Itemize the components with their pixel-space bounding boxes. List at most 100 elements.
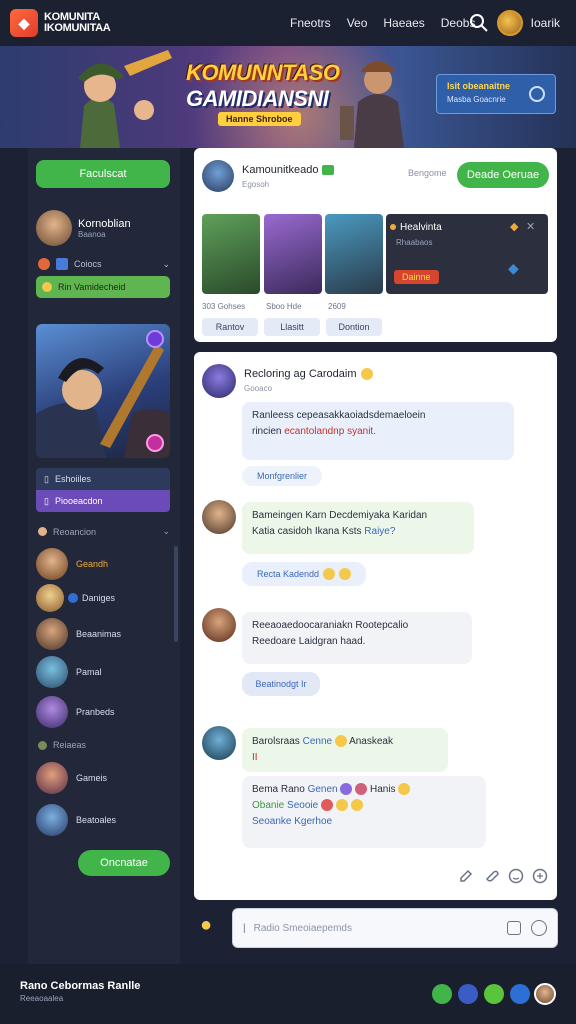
expand-icon[interactable]	[146, 330, 164, 348]
sidebar-section-2[interactable]: Reiaeas	[38, 740, 170, 750]
emoji-icon	[340, 783, 353, 796]
nav-item-2[interactable]: Veo	[347, 16, 368, 30]
friend-item[interactable]: Geandh	[36, 548, 108, 580]
file-icon: ▯	[44, 473, 49, 484]
friend-name: Gameis	[76, 773, 108, 783]
friend-avatar	[36, 548, 68, 580]
chat-bubble[interactable]: Ranleess cepeasakkaoiadsdemaeloein rinci…	[242, 402, 514, 460]
sidebar-bottom-button[interactable]: Oncnatae	[78, 850, 170, 876]
search-icon[interactable]	[469, 13, 489, 33]
chat-avatar[interactable]	[202, 500, 236, 534]
friend-name: Pranbeds	[76, 707, 115, 717]
game-thumb-3[interactable]	[325, 214, 383, 294]
attach-icon[interactable]	[484, 868, 500, 884]
follow-button[interactable]: Deade Oeruae	[457, 162, 549, 188]
arrow-circle-icon[interactable]	[529, 86, 545, 102]
message-input-placeholder: Radio Smeoiaepemds	[253, 922, 352, 934]
user-label[interactable]: Ioarik	[531, 16, 560, 30]
user-sub: Baanoa	[78, 229, 106, 239]
chat-bubble[interactable]: Bameingen Karn Decdemiyaka Karidan Katia…	[242, 502, 474, 554]
reply-chip[interactable]: Recta Kadendd	[242, 562, 366, 586]
sidebar-top-button[interactable]: Faculscat	[36, 160, 170, 188]
logo-icon[interactable]: ◆	[10, 9, 38, 37]
social-icon-1[interactable]	[432, 984, 452, 1004]
sidebar-row-1[interactable]: Coiocs ⌄	[38, 258, 170, 270]
chat-bubble[interactable]: Bema Rano Genen Hanis Obanie Seooie Seoa…	[242, 776, 486, 848]
social-icon-2[interactable]	[458, 984, 478, 1004]
menu-item-b[interactable]: ▯ Piooeacdon	[36, 490, 170, 512]
chat-avatar[interactable]	[202, 364, 236, 398]
notification-icon[interactable]	[146, 434, 164, 452]
gift-icon[interactable]	[532, 868, 548, 884]
hero-character-left	[78, 50, 172, 148]
post-chip[interactable]: Rantov	[202, 318, 258, 336]
friend-item[interactable]: Beatoales	[36, 804, 116, 836]
social-icon-3[interactable]	[484, 984, 504, 1004]
image-icon[interactable]	[507, 921, 521, 935]
sidebar-scrollbar[interactable]	[174, 546, 178, 642]
chat-avatar[interactable]	[202, 608, 236, 642]
user-avatar[interactable]	[496, 10, 523, 36]
friend-item[interactable]: Pranbeds	[36, 696, 115, 728]
friend-item[interactable]: Pamal	[36, 656, 102, 688]
friend-name: Beaanimas	[76, 629, 122, 639]
send-icon[interactable]	[531, 920, 547, 936]
chat-avatar[interactable]	[202, 726, 236, 760]
friend-avatar	[36, 762, 68, 794]
chevron-down-icon[interactable]: ⌄	[162, 259, 170, 270]
smile-icon	[360, 368, 373, 380]
menu-item-a[interactable]: ▯ Eshoiiles	[36, 468, 170, 490]
sidebar-user[interactable]: Kornoblian Baanoa	[36, 210, 131, 246]
sidebar: Faculscat Kornoblian Baanoa Coiocs ⌄ Rin…	[28, 148, 180, 964]
post-author-avatar[interactable]	[202, 160, 234, 192]
share-icon[interactable]: ✕	[526, 220, 535, 233]
nav-item-3[interactable]: Haeaes	[383, 16, 424, 30]
reply-chip[interactable]: Monfgrenlier	[242, 466, 322, 486]
game-thumb-2[interactable]	[264, 214, 322, 294]
footer-avatar[interactable]	[534, 983, 556, 1005]
message-line-2: Katia casidoh Ikana Ksts Raiye?	[252, 524, 464, 540]
message-line: Barolsraas Cenne Anaskeak	[252, 734, 438, 750]
info-badge[interactable]: Dainne	[394, 270, 439, 284]
sidebar-green-strip[interactable]: Rin Vamidecheid	[36, 276, 170, 298]
chat-bubble[interactable]: Barolsraas Cenne Anaskeak II	[242, 728, 448, 772]
friend-item[interactable]: Daniges	[36, 584, 115, 612]
top-bar: ◆ KOMUNITA IKOMUNITAA Fneotrs Veo Haeaes…	[0, 0, 576, 46]
file-icon: ▯	[44, 495, 49, 506]
promo-subtitle: Masba Goacnrie	[447, 95, 506, 104]
chevron-down-icon[interactable]: ⌄	[162, 526, 170, 537]
sidebar-section-1[interactable]: Reoancion ⌄	[38, 526, 170, 537]
friend-name: Daniges	[82, 593, 116, 603]
friend-avatar	[36, 584, 64, 612]
controller-icon[interactable]: ◆	[508, 260, 519, 277]
message-highlight: Seooie	[287, 800, 319, 811]
emoji-face-icon[interactable]	[508, 868, 524, 884]
nav-item-1[interactable]: Fneotrs	[290, 16, 331, 30]
message-text: Katia casidoh Ikana Ksts	[252, 526, 362, 537]
friend-item[interactable]: Beaanimas	[36, 618, 121, 650]
bullet-icon	[390, 224, 396, 230]
post-chip[interactable]: Dontion	[326, 318, 382, 336]
banner-title-2: GAMIDIANSNI	[186, 86, 329, 111]
emoji-icon	[350, 799, 363, 812]
info-sub: Rhaabaos	[396, 238, 433, 247]
logo-text[interactable]: KOMUNITA IKOMUNITAA	[44, 12, 111, 34]
message-highlight: Obanie	[252, 800, 285, 811]
reply-chip[interactable]: Beatinodgt Ir	[242, 672, 320, 696]
message-input[interactable]: | Radio Smeoiaepemds	[232, 908, 558, 948]
chat-panel: Recloring ag Carodaim Gooaco Ranleess ce…	[194, 352, 557, 900]
grid-icon	[56, 258, 68, 270]
social-icon-4[interactable]	[510, 984, 530, 1004]
sidebar-hero-card[interactable]	[36, 324, 170, 458]
post-author[interactable]: Kamounitkeado	[242, 164, 318, 176]
promo-card[interactable]: Isit obeanaitne Masba Goacnrie	[436, 74, 556, 114]
game-info-card[interactable]: Healvinta Rhaabaos Dainne ◆ ✕ ◆	[386, 214, 548, 294]
post-chip[interactable]: Llasitt	[264, 318, 320, 336]
hero-banner: KOMUNNTASO GAMIDIANSNI Hanne Shroboe Isi…	[0, 46, 576, 148]
chat-bubble[interactable]: Reeaoaedoocaraniakn Rootepcalio Reedoare…	[242, 612, 472, 664]
sticker-icon[interactable]: ●	[200, 914, 212, 937]
edit-icon[interactable]	[458, 868, 474, 884]
game-thumb-1[interactable]	[202, 214, 260, 294]
promo-title: Isit obeanaitne	[447, 81, 511, 91]
friend-item[interactable]: Gameis	[36, 762, 107, 794]
